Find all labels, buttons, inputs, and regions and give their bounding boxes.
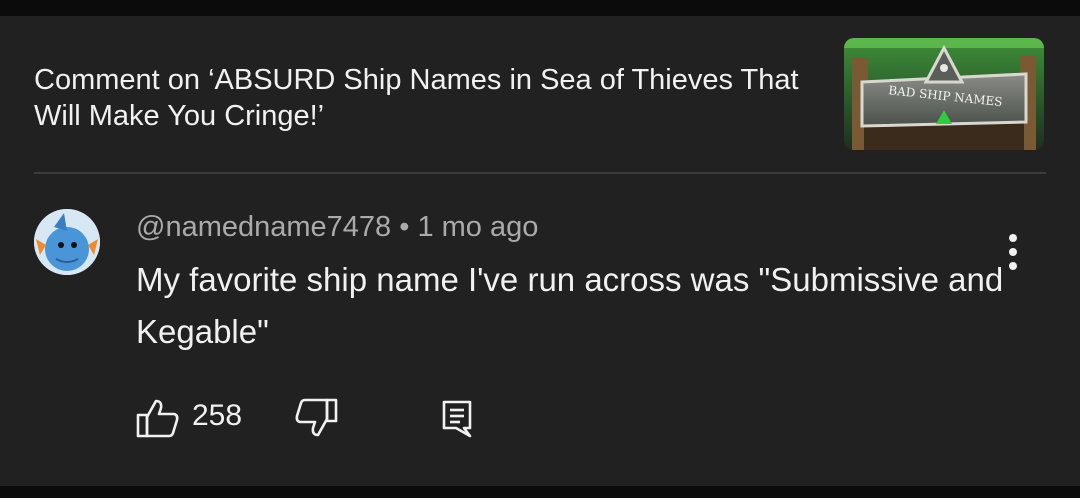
video-title[interactable]: Comment on ‘ABSURD Ship Names in Sea of … (34, 62, 834, 134)
video-thumbnail[interactable]: BAD SHIP NAMES (844, 38, 1044, 150)
comment-detail-panel: Comment on ‘ABSURD Ship Names in Sea of … (0, 16, 1080, 486)
divider (34, 172, 1046, 174)
meta-separator: • (391, 211, 418, 243)
avatar[interactable] (34, 209, 100, 275)
comment-time: 1 mo ago (417, 211, 539, 243)
thumbs-up-icon[interactable] (136, 398, 180, 438)
like-count: 258 (192, 399, 243, 432)
author-handle[interactable]: @namedname7478 (136, 211, 391, 243)
comment-meta: @namedname7478 • 1 mo ago (136, 209, 538, 245)
thumbs-down-icon[interactable] (294, 398, 338, 438)
more-vert-icon[interactable] (996, 224, 1030, 280)
comment-text: My favorite ship name I've run across wa… (136, 261, 1004, 350)
reply-icon[interactable] (440, 398, 474, 438)
